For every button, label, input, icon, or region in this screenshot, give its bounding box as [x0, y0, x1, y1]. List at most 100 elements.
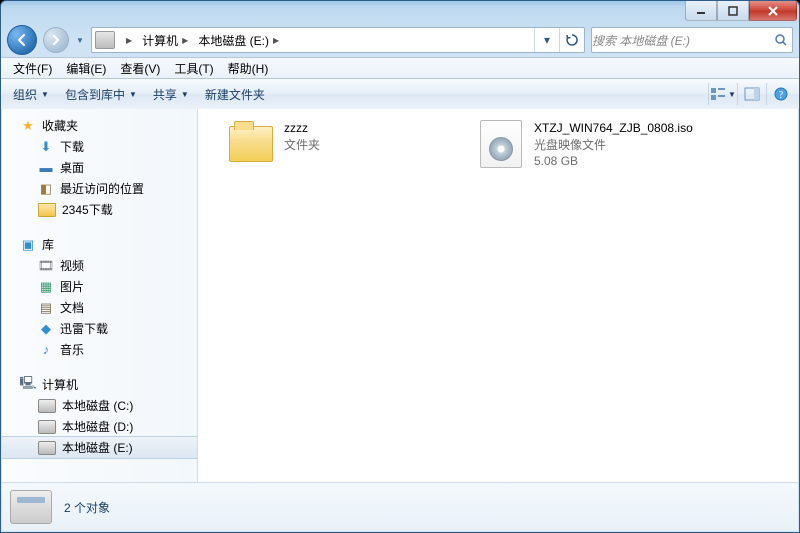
help-icon: ? [774, 87, 788, 101]
sidebar-item-drive-c[interactable]: 本地磁盘 (C:) [2, 395, 197, 416]
svg-text:?: ? [779, 90, 784, 101]
menu-bar: 文件(F) 编辑(E) 查看(V) 工具(T) 帮助(H) [1, 57, 799, 79]
forward-button[interactable] [43, 27, 69, 53]
maximize-button[interactable] [717, 1, 749, 21]
download-icon: ⬇ [38, 139, 54, 155]
file-list[interactable]: zzzz 文件夹 XTZJ_WIN764_ZJB_0808.iso 光盘映像文件… [198, 109, 798, 482]
item-label: 桌面 [60, 159, 84, 176]
libraries-group: ▣ 库 🎞 视频 ▦ 图片 ▤ 文档 ◆ 迅雷下载 [2, 234, 197, 360]
explorer-window: ▼ ▶ 计算机 ▶ 本地磁盘 (E:) ▶ ▾ 搜索 本地磁盘 (E:) [0, 0, 800, 533]
sidebar-item-pictures[interactable]: ▦ 图片 [2, 276, 197, 297]
menu-view[interactable]: 查看(V) [114, 58, 166, 79]
refresh-icon [566, 34, 578, 46]
arrow-right-icon [50, 34, 62, 46]
titlebar [1, 1, 799, 23]
drive-large-icon [10, 490, 52, 524]
file-item-folder[interactable]: zzzz 文件夹 [228, 121, 458, 167]
menu-edit[interactable]: 编辑(E) [60, 58, 112, 79]
breadcrumb-root[interactable]: ▶ [118, 28, 138, 52]
preview-pane-button[interactable] [737, 83, 766, 105]
address-dropdown[interactable]: ▾ [534, 28, 559, 52]
xunlei-icon: ◆ [38, 321, 54, 337]
menu-file[interactable]: 文件(F) [7, 58, 58, 79]
library-icon: ▣ [20, 237, 36, 253]
sidebar-item-downloads[interactable]: ⬇ 下载 [2, 136, 197, 157]
item-label: 图片 [60, 278, 84, 295]
folder-icon [228, 121, 274, 167]
details-pane: 2 个对象 [2, 482, 798, 531]
minimize-button[interactable] [685, 1, 717, 21]
picture-icon: ▦ [38, 279, 54, 295]
computer-group: 🖳 计算机 本地磁盘 (C:) 本地磁盘 (D:) 本地磁盘 (E:) [2, 374, 197, 459]
recent-icon: ◧ [38, 181, 54, 197]
search-icon [770, 33, 792, 47]
video-icon: 🎞 [38, 258, 54, 274]
item-label: 本地磁盘 (C:) [62, 397, 133, 414]
breadcrumb-label: 计算机 [142, 32, 178, 49]
preview-pane-icon [744, 87, 760, 101]
menu-help[interactable]: 帮助(H) [222, 58, 275, 79]
item-label: 本地磁盘 (E:) [62, 439, 133, 456]
share-button[interactable]: 共享▼ [145, 82, 197, 107]
navigation-bar: ▼ ▶ 计算机 ▶ 本地磁盘 (E:) ▶ ▾ 搜索 本地磁盘 (E:) [1, 23, 799, 57]
item-label: 最近访问的位置 [60, 180, 144, 197]
sidebar-item-music[interactable]: ♪ 音乐 [2, 339, 197, 360]
desktop-icon: ▬ [38, 160, 54, 176]
star-icon: ★ [20, 118, 36, 134]
organize-button[interactable]: 组织▼ [5, 82, 57, 107]
breadcrumb-label: 本地磁盘 (E:) [198, 32, 269, 49]
sidebar-item-videos[interactable]: 🎞 视频 [2, 255, 197, 276]
item-label: 本地磁盘 (D:) [62, 418, 133, 435]
view-icon [710, 87, 726, 101]
item-label: 迅雷下载 [60, 320, 108, 337]
item-label: 2345下载 [62, 201, 113, 218]
computer-header[interactable]: 🖳 计算机 [2, 374, 197, 395]
sidebar-item-recent[interactable]: ◧ 最近访问的位置 [2, 178, 197, 199]
file-name: XTZJ_WIN764_ZJB_0808.iso [534, 121, 693, 135]
sidebar-item-desktop[interactable]: ▬ 桌面 [2, 157, 197, 178]
file-size: 5.08 GB [534, 154, 693, 168]
search-input[interactable]: 搜索 本地磁盘 (E:) [591, 27, 793, 53]
sidebar-item-drive-e[interactable]: 本地磁盘 (E:) [2, 436, 197, 459]
sidebar-item-drive-d[interactable]: 本地磁盘 (D:) [2, 416, 197, 437]
favorites-label: 收藏夹 [42, 117, 78, 134]
document-icon: ▤ [38, 300, 54, 316]
sidebar-item-documents[interactable]: ▤ 文档 [2, 297, 197, 318]
details-text: 2 个对象 [64, 499, 110, 516]
include-label: 包含到库中 [65, 86, 125, 103]
address-bar[interactable]: ▶ 计算机 ▶ 本地磁盘 (E:) ▶ ▾ [91, 27, 585, 53]
share-label: 共享 [153, 86, 177, 103]
item-label: 下载 [60, 138, 84, 155]
folder-icon [38, 203, 56, 217]
menu-tools[interactable]: 工具(T) [168, 58, 219, 79]
change-view-button[interactable]: ▼ [708, 83, 737, 105]
iso-icon [478, 121, 524, 167]
navigation-pane: ★ 收藏夹 ⬇ 下载 ▬ 桌面 ◧ 最近访问的位置 2345下载 [2, 109, 198, 482]
item-label: 视频 [60, 257, 84, 274]
drive-icon [95, 31, 115, 49]
computer-label: 计算机 [42, 376, 78, 393]
favorites-header[interactable]: ★ 收藏夹 [2, 115, 197, 136]
file-item-iso[interactable]: XTZJ_WIN764_ZJB_0808.iso 光盘映像文件 5.08 GB [478, 121, 708, 168]
file-type: 光盘映像文件 [534, 136, 693, 153]
libraries-header[interactable]: ▣ 库 [2, 234, 197, 255]
breadcrumb-computer[interactable]: 计算机 ▶ [138, 28, 194, 52]
music-icon: ♪ [38, 342, 54, 358]
libraries-label: 库 [42, 236, 54, 253]
include-in-library-button[interactable]: 包含到库中▼ [57, 82, 145, 107]
organize-label: 组织 [13, 86, 37, 103]
arrow-left-icon [15, 33, 29, 47]
history-dropdown[interactable]: ▼ [75, 30, 85, 50]
new-folder-button[interactable]: 新建文件夹 [197, 82, 273, 107]
file-type: 文件夹 [284, 136, 320, 153]
sidebar-item-xunlei[interactable]: ◆ 迅雷下载 [2, 318, 197, 339]
back-button[interactable] [7, 25, 37, 55]
sidebar-item-2345[interactable]: 2345下载 [2, 199, 197, 220]
close-button[interactable] [749, 1, 797, 21]
help-button[interactable]: ? [766, 83, 795, 105]
item-label: 音乐 [60, 341, 84, 358]
refresh-button[interactable] [559, 28, 584, 52]
file-name: zzzz [284, 121, 320, 135]
breadcrumb-drive-e[interactable]: 本地磁盘 (E:) ▶ [194, 28, 285, 52]
body: ★ 收藏夹 ⬇ 下载 ▬ 桌面 ◧ 最近访问的位置 2345下载 [2, 109, 798, 482]
